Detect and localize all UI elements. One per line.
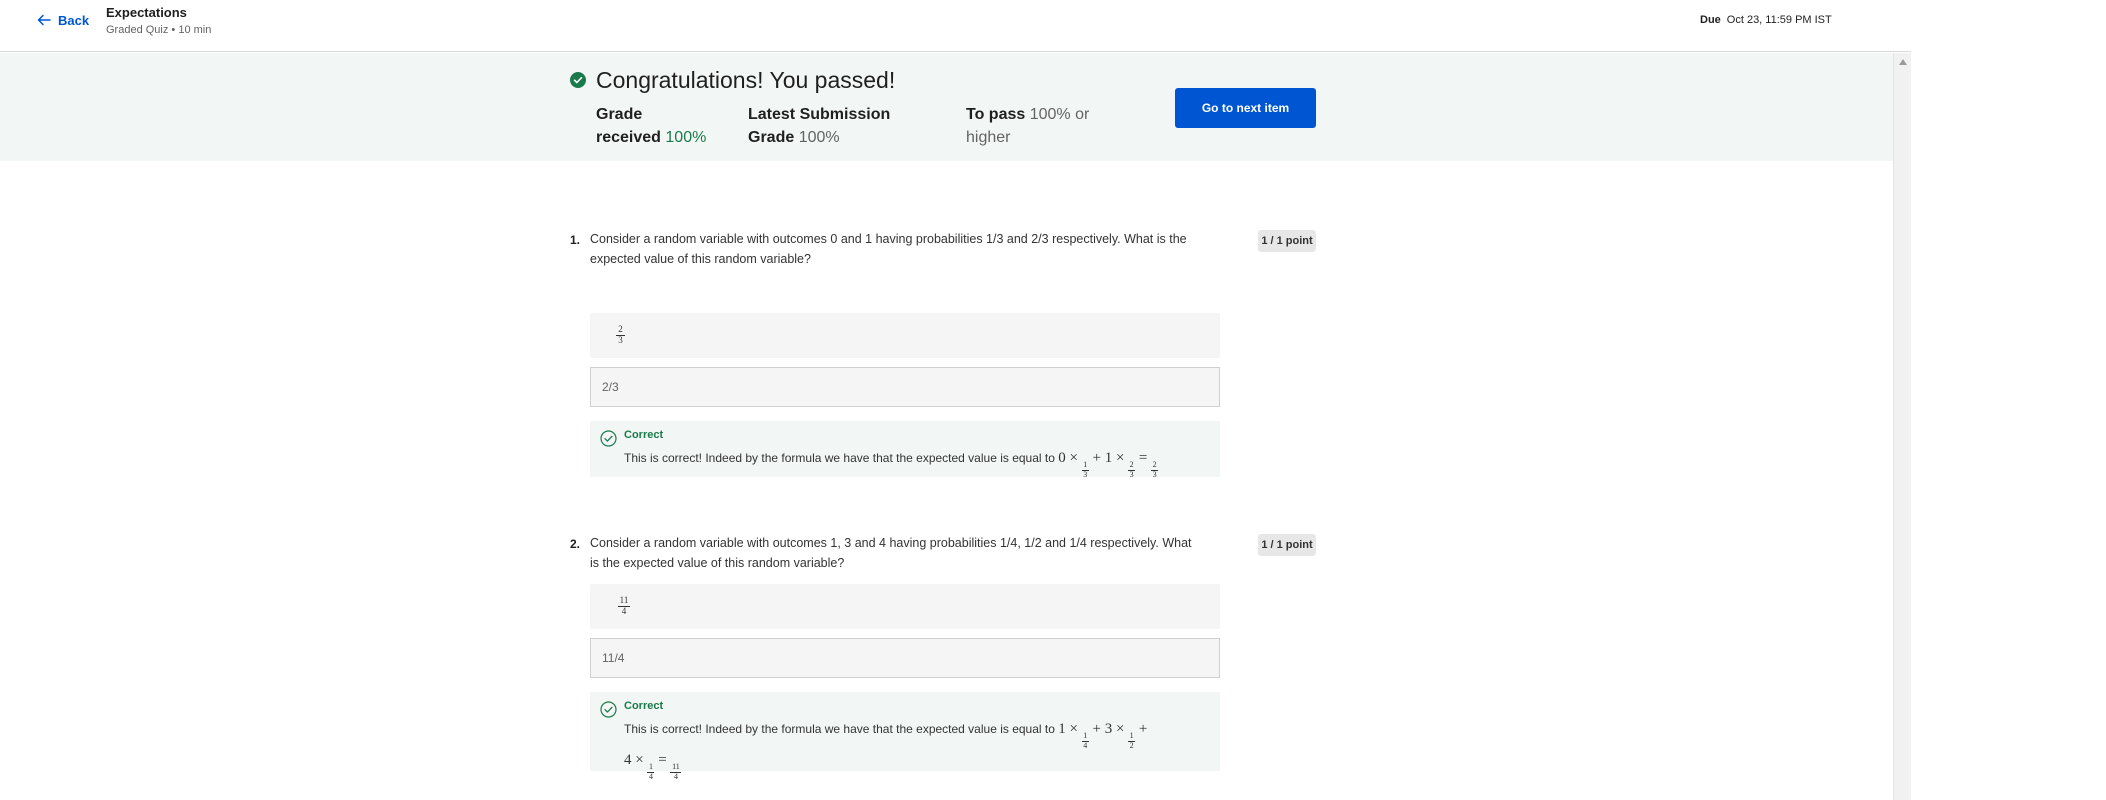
question-1-points-badge: 1 / 1 point bbox=[1258, 230, 1316, 252]
question-2-expression-line1: 1 × 14 + 3 × 12 + bbox=[1058, 721, 1148, 750]
question-1-feedback: Correct This is correct! Indeed by the f… bbox=[590, 421, 1220, 479]
grade-label-line2: received bbox=[596, 129, 661, 146]
due-label: Due bbox=[1700, 14, 1721, 26]
expr-op: × bbox=[1069, 450, 1078, 466]
pass-threshold: To pass 100% or higher bbox=[966, 103, 1089, 149]
question-1-text: Consider a random variable with outcomes… bbox=[590, 232, 1187, 266]
expr-term: 1 bbox=[1104, 450, 1113, 466]
expr-fraction-2-3: 23 bbox=[1128, 460, 1136, 479]
question-1-expression: 0 × 13 + 1 × 23 = 23 bbox=[1058, 450, 1159, 479]
due-date: Due Oct 23, 11:59 PM IST bbox=[1700, 14, 1832, 26]
latest-label-line1: Latest Submission bbox=[748, 106, 891, 123]
expr-op: = bbox=[1138, 450, 1148, 466]
expr-op: × bbox=[635, 752, 644, 768]
question-2-answer-input[interactable]: 11/4 bbox=[590, 638, 1220, 678]
latest-value: 100% bbox=[798, 129, 840, 146]
expr-fraction-1-4: 14 bbox=[1081, 731, 1089, 750]
back-button[interactable]: Back bbox=[36, 12, 89, 28]
passed-banner: Congratulations! You passed! Grade recei… bbox=[0, 53, 1893, 161]
grade-value: 100% bbox=[665, 129, 707, 146]
due-value: Oct 23, 11:59 PM IST bbox=[1726, 14, 1832, 26]
latest-submission-grade: Latest Submission Grade 100% bbox=[748, 103, 890, 149]
item-subtitle: Graded Quiz • 10 min bbox=[106, 24, 212, 36]
right-gutter bbox=[1911, 0, 2106, 800]
question-2-text: Consider a random variable with outcomes… bbox=[590, 536, 1192, 570]
question-2-feedback-label: Correct bbox=[624, 700, 664, 712]
question-2-preview-numerator: 11 bbox=[619, 595, 629, 605]
question-2-feedback: Correct This is correct! Indeed by the f… bbox=[590, 692, 1220, 781]
grade-label-line1: Grade bbox=[596, 106, 643, 123]
expr-op: = bbox=[658, 752, 667, 768]
question-2-feedback-text: This is correct! Indeed by the formula w… bbox=[624, 719, 1147, 781]
expr-op: × bbox=[1069, 721, 1078, 737]
question-2-preview-fraction: 11 4 bbox=[618, 596, 630, 616]
top-bar: Back Expectations Graded Quiz • 10 min D… bbox=[0, 0, 2106, 52]
question-1-preview-numerator: 2 bbox=[618, 324, 623, 334]
vertical-scrollbar[interactable] bbox=[1893, 53, 1911, 800]
latest-label-line2: Grade bbox=[748, 129, 795, 146]
question-2-number: 2. bbox=[570, 537, 581, 551]
question-1-feedback-label: Correct bbox=[624, 429, 664, 441]
question-1-preview-fraction: 2 3 bbox=[616, 325, 625, 345]
pass-label: To pass bbox=[966, 106, 1026, 123]
expr-op: × bbox=[1115, 450, 1125, 466]
grade-received: Grade received 100% bbox=[596, 103, 706, 149]
question-1-preview-denominator: 3 bbox=[618, 335, 623, 345]
expr-fraction-1-4: 14 bbox=[647, 762, 655, 781]
question-2-points-badge: 1 / 1 point bbox=[1258, 534, 1316, 556]
question-2-feedback-sentence: This is correct! Indeed by the formula w… bbox=[624, 722, 1055, 736]
pass-value-line2: higher bbox=[966, 129, 1011, 146]
item-title: Expectations bbox=[106, 5, 187, 20]
check-circle-icon bbox=[570, 72, 586, 88]
banner-heading: Congratulations! You passed! bbox=[596, 67, 896, 93]
expr-fraction-2-3: 23 bbox=[1151, 460, 1159, 479]
expr-op: + bbox=[1092, 721, 1101, 737]
back-label: Back bbox=[58, 12, 90, 28]
check-circle-outline-icon bbox=[600, 430, 617, 447]
question-1-answer-input[interactable]: 2/3 bbox=[590, 367, 1220, 407]
check-circle-outline-icon bbox=[600, 701, 617, 718]
expr-op: + bbox=[1138, 721, 1148, 737]
expr-fraction-1-2: 12 bbox=[1128, 731, 1136, 750]
question-2-math-preview: 11 4 bbox=[590, 584, 1220, 629]
expr-op: × bbox=[1115, 721, 1125, 737]
expr-fraction-1-3: 13 bbox=[1081, 460, 1089, 479]
question-1-feedback-sentence: This is correct! Indeed by the formula w… bbox=[624, 451, 1055, 465]
question-2-expression-line2: 4 × 14 = 11 4 bbox=[624, 752, 682, 781]
expr-term: 4 bbox=[624, 752, 632, 768]
go-to-next-item-button[interactable]: Go to next item bbox=[1175, 88, 1316, 128]
expr-op: + bbox=[1092, 450, 1101, 466]
scroll-up-icon[interactable] bbox=[1899, 59, 1907, 65]
pass-value-line1: 100% or bbox=[1029, 106, 1090, 123]
arrow-left-icon bbox=[37, 14, 51, 26]
expr-term: 0 bbox=[1058, 450, 1066, 466]
question-2-preview-denominator: 4 bbox=[621, 606, 627, 616]
item-title-block: Expectations Graded Quiz • 10 min bbox=[106, 5, 211, 36]
question-1-feedback-text: This is correct! Indeed by the formula w… bbox=[624, 448, 1159, 479]
question-1-math-preview: 2 3 bbox=[590, 313, 1220, 358]
expr-term: 3 bbox=[1104, 721, 1113, 737]
question-1-number: 1. bbox=[570, 233, 581, 247]
expr-fraction-11-4: 11 4 bbox=[670, 762, 682, 781]
expr-term: 1 bbox=[1058, 721, 1066, 737]
